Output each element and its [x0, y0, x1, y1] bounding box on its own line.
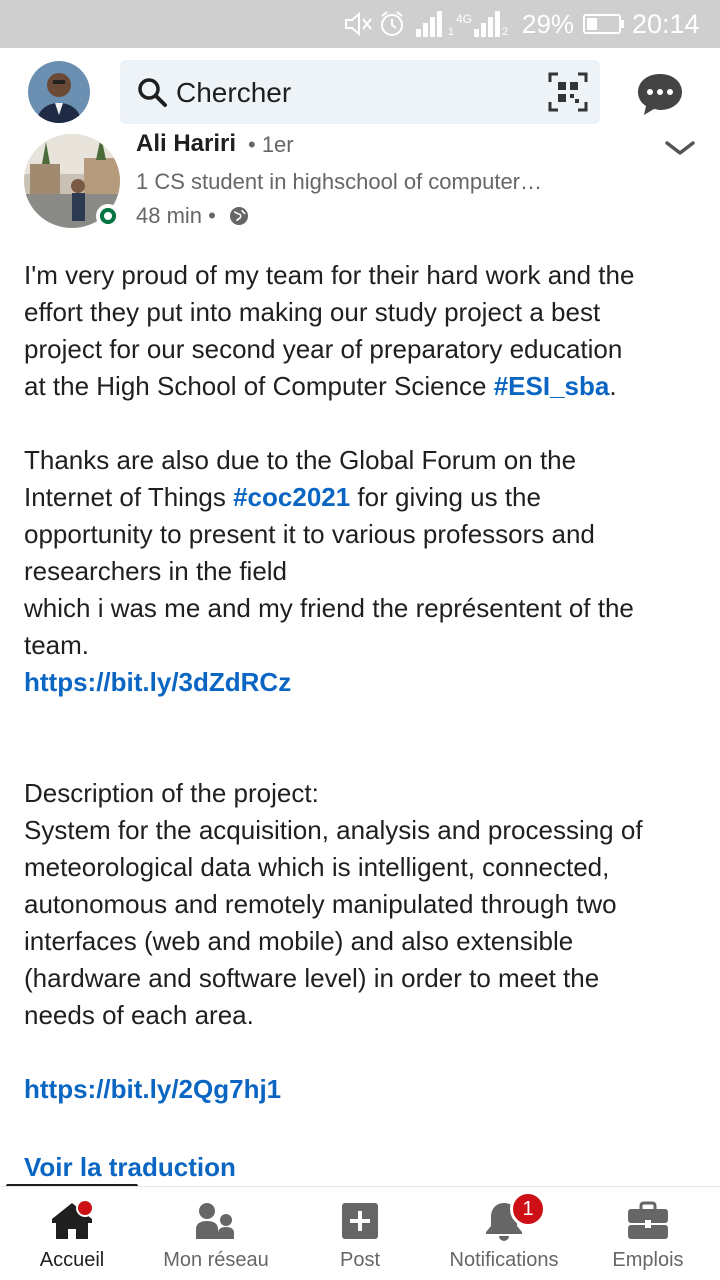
post-link[interactable]: https://bit.ly/2Qg7hj1 — [24, 1071, 704, 1108]
post-text-line: meteorological data which is intelligent… — [24, 852, 610, 882]
network-type-label: 4G — [456, 12, 473, 26]
post-text-line: autonomous and remotely manipulated thro… — [24, 889, 617, 919]
status-bar: 1 4G 2 29% 20:14 — [0, 0, 720, 48]
messaging-icon[interactable] — [636, 72, 684, 116]
post-text-line: (hardware and software level) in order t… — [24, 963, 600, 993]
post-text-line: Description of the project: — [24, 778, 319, 808]
post-text-line: team. — [24, 630, 90, 660]
post-text-line: Internet of Things #coc2021 for giving u… — [24, 479, 704, 516]
post-text-segment: at the High School of Computer Science — [24, 371, 494, 401]
sim2-label: 2 — [502, 26, 509, 38]
post-text-line: I'm very proud of my team for their hard… — [24, 260, 635, 290]
alarm-icon — [378, 8, 406, 40]
post-text-line: researchers in the field — [24, 556, 288, 586]
hashtag-link[interactable]: #coc2021 — [233, 482, 350, 512]
battery-icon — [582, 8, 626, 40]
post-text-line: interfaces (web and mobile) and also ext… — [24, 926, 574, 956]
post-text-segment: . — [609, 371, 617, 401]
post-timestamp: 48 min • — [136, 203, 216, 228]
hashtag-link[interactable]: #ESI_sba — [494, 371, 610, 401]
post-text-segment: for giving us the — [350, 482, 541, 512]
nav-label-network: Mon réseau — [163, 1249, 269, 1271]
notifications-badge: 1 — [510, 1191, 546, 1227]
author-headline: 1 CS student in highschool of computer… — [136, 169, 543, 194]
post-text-line: System for the acquisition, analysis and… — [24, 815, 643, 845]
briefcase-icon — [626, 1201, 670, 1241]
nav-label-post: Post — [339, 1249, 381, 1271]
clock: 20:14 — [632, 8, 700, 39]
network-icon — [194, 1201, 238, 1241]
see-translation-link[interactable]: Voir la traduction — [24, 1152, 236, 1183]
nav-item-jobs[interactable]: Emplois — [576, 1187, 720, 1280]
nav-item-home[interactable]: Accueil — [0, 1187, 144, 1280]
nav-label-home: Accueil — [39, 1249, 105, 1271]
profile-avatar[interactable] — [28, 61, 90, 123]
online-status-indicator — [96, 204, 120, 228]
post-text-line: needs of each area. — [24, 1000, 254, 1030]
connection-degree: • 1er — [248, 132, 294, 157]
post-text-line: opportunity to present it to various pro… — [24, 519, 595, 549]
post-text-line: which i was me and my friend the représe… — [24, 593, 634, 623]
top-bar: Chercher — [0, 48, 720, 134]
chevron-down-icon[interactable] — [664, 138, 696, 158]
post-text-line: at the High School of Computer Science #… — [24, 368, 704, 405]
home-badge-dot — [76, 1199, 94, 1217]
globe-icon — [229, 206, 249, 226]
post-text-line: Thanks are also due to the Global Forum … — [24, 445, 577, 475]
nav-item-notifications[interactable]: 1 Notifications — [432, 1187, 576, 1280]
bottom-nav: Accueil Mon réseau Post 1 Notifications … — [0, 1186, 720, 1280]
post-text-line: project for our second year of preparato… — [24, 334, 623, 364]
author-name[interactable]: Ali Hariri — [136, 130, 236, 158]
post-text-line: effort they put into making our study pr… — [24, 297, 601, 327]
signal-icon: 1 — [414, 8, 454, 40]
signal-icon: 4G 2 — [456, 8, 516, 40]
battery-percent: 29% — [522, 8, 575, 39]
post-link[interactable]: https://bit.ly/3dZdRCz — [24, 664, 704, 701]
search-bar[interactable]: Chercher — [120, 60, 600, 124]
post-text-segment: Internet of Things — [24, 482, 234, 512]
post-icon — [338, 1201, 382, 1241]
sim1-label: 1 — [447, 26, 454, 38]
nav-label-jobs: Emplois — [612, 1249, 684, 1271]
search-placeholder: Chercher — [176, 77, 292, 108]
nav-item-post[interactable]: Post — [288, 1187, 432, 1280]
mute-icon — [344, 8, 374, 40]
post-body: I'm very proud of my team for their hard… — [24, 257, 704, 1108]
nav-label-notifications: Notifications — [449, 1249, 559, 1271]
nav-item-network[interactable]: Mon réseau — [144, 1187, 288, 1280]
qr-code-icon[interactable] — [548, 72, 588, 112]
search-icon — [136, 76, 168, 108]
